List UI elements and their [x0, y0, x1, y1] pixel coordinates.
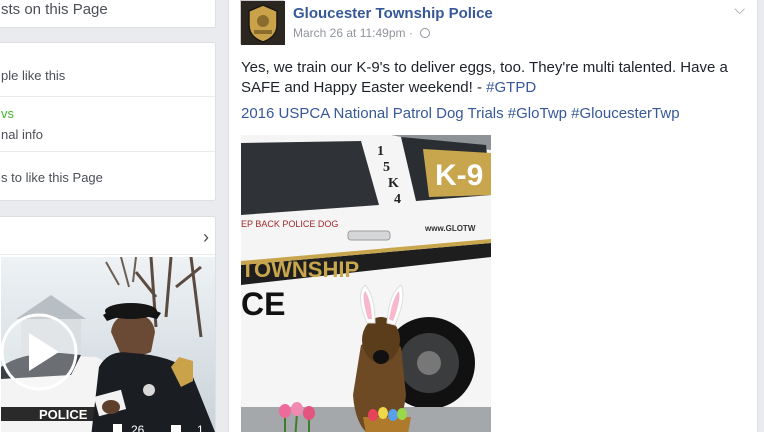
township-text: TOWNSHIP — [241, 257, 359, 282]
svg-text:1: 1 — [377, 144, 384, 159]
chevron-right-icon[interactable]: › — [203, 227, 209, 248]
video-card-header[interactable]: › — [0, 217, 215, 255]
personal-info-label: nal info — [1, 127, 43, 142]
post-card: Gloucester Township Police March 26 at 1… — [228, 0, 758, 432]
about-row-info[interactable]: vs nal info — [0, 96, 215, 151]
page-avatar[interactable] — [240, 0, 285, 45]
video-card: › POLICE 26 1 — [0, 216, 216, 432]
likes-card: sts on this Page — [0, 0, 216, 28]
page-name-link[interactable]: Gloucester Township Police — [293, 5, 493, 22]
about-row-likes[interactable]: ple like this — [0, 43, 215, 96]
likes-count-label: ple like this — [1, 68, 66, 83]
like-count: 26 — [131, 423, 145, 432]
like-icon — [113, 424, 122, 432]
k9-text: K-9 — [435, 159, 483, 192]
about-row-invite[interactable]: s to like this Page — [0, 151, 215, 200]
post-timestamp[interactable]: March 26 at 11:49pm · — [293, 26, 431, 40]
svg-text:5: 5 — [383, 160, 390, 175]
comment-count: 1 — [197, 423, 204, 432]
post-message: Yes, we train our K-9's to deliver eggs,… — [241, 58, 751, 98]
chevron-down-icon[interactable]: ⌵ — [734, 1, 745, 18]
ce-text: CE — [241, 286, 285, 322]
invite-friends-label: s to like this Page — [1, 170, 103, 185]
posts-on-page-label: sts on this Page — [1, 1, 108, 18]
hashtag-gtpd[interactable]: #GTPD — [486, 79, 536, 96]
video-thumbnail[interactable]: POLICE 26 1 — [1, 257, 215, 432]
car-police-text: POLICE — [39, 407, 88, 422]
about-card: ple like this vs nal info s to like this… — [0, 42, 216, 201]
reviews-link[interactable]: vs — [1, 106, 14, 121]
svg-text:4: 4 — [394, 192, 401, 207]
globe-icon — [420, 28, 431, 38]
url-text: www.GLOTW — [424, 224, 476, 233]
post-photo[interactable]: K-9 1 5 K 4 EP BACK POLICE DOG www.GLOTW… — [241, 135, 491, 432]
post-message-text: Yes, we train our K-9's to deliver eggs,… — [241, 59, 728, 96]
svg-text:K: K — [388, 176, 399, 191]
back-police-dog-text: EP BACK POLICE DOG — [241, 219, 338, 229]
comment-icon — [171, 425, 181, 432]
timestamp-text[interactable]: March 26 at 11:49pm · — [293, 26, 416, 40]
post-hashtag-line[interactable]: 2016 USPCA National Patrol Dog Trials #G… — [241, 105, 680, 122]
